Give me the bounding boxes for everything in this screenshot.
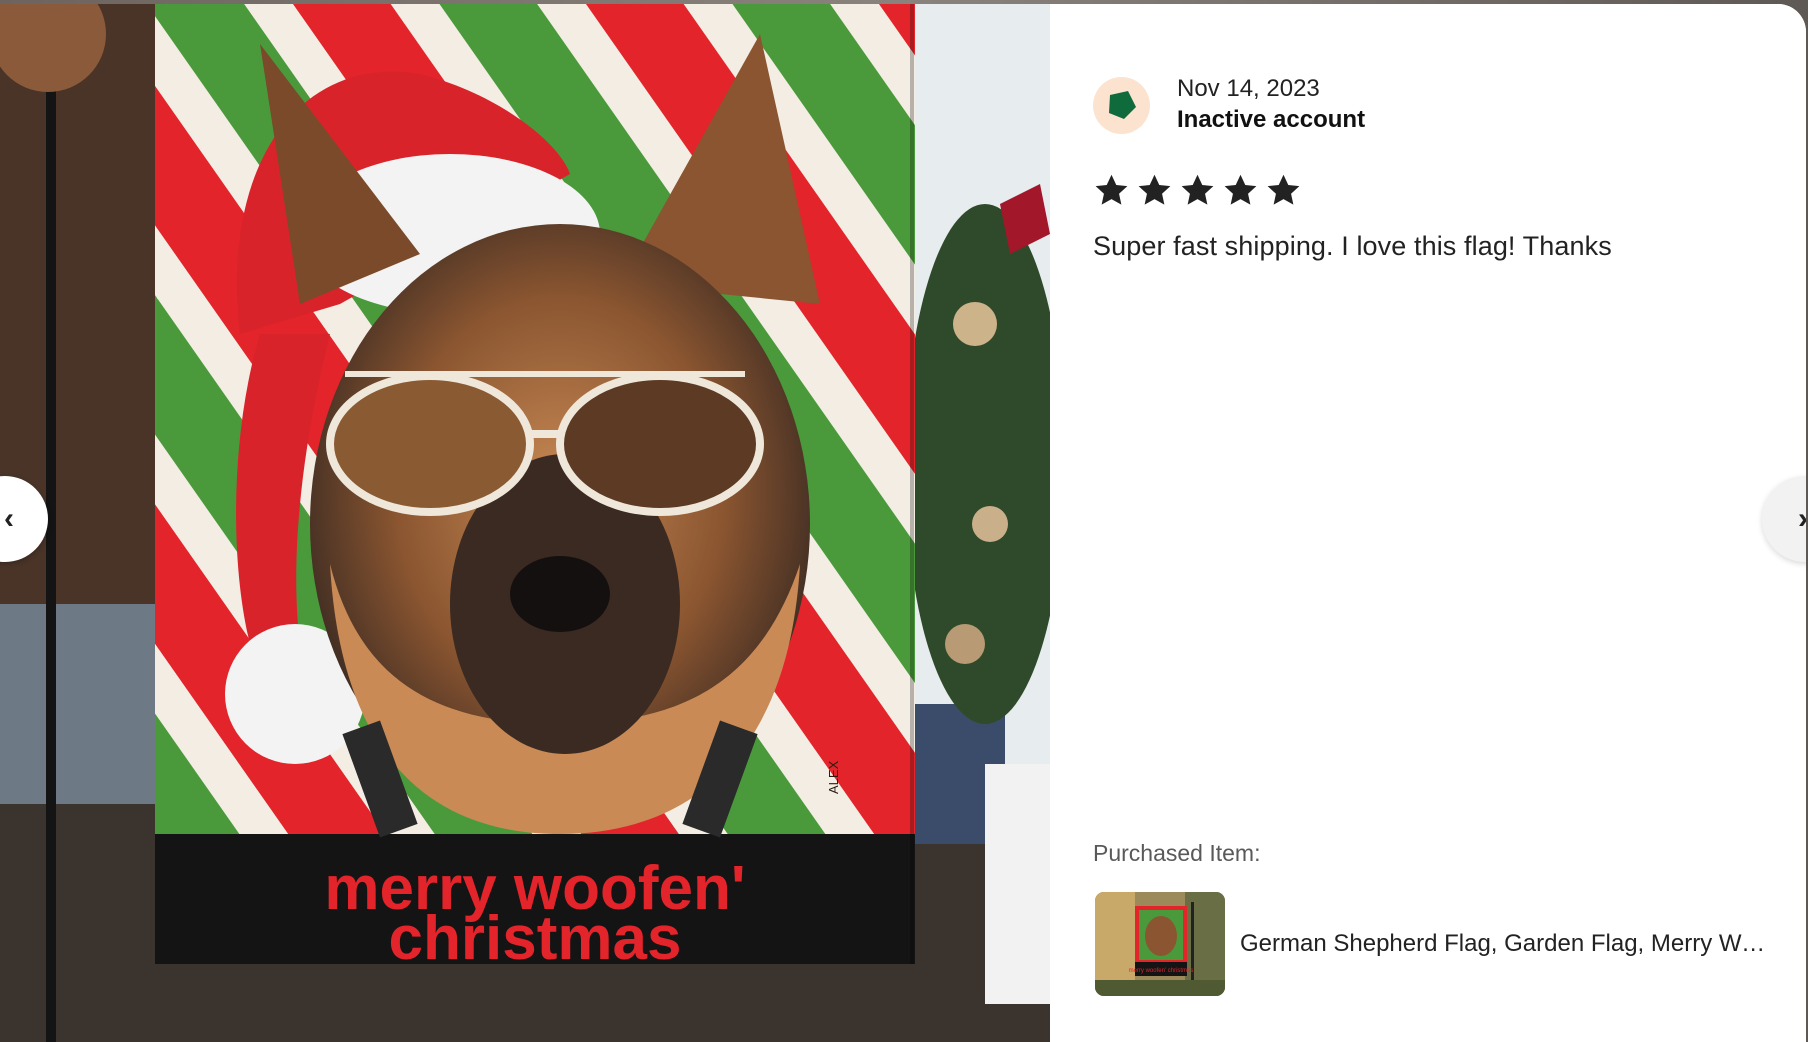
chevron-left-icon: ‹ [4,502,14,535]
purchased-item-title[interactable]: German Shepherd Flag, Garden Flag, Merry… [1240,930,1766,958]
review-detail-panel: Nov 14, 2023 Inactive account Super fast… [1050,4,1806,1042]
purchased-item-link[interactable]: merry woofen' christmas German Shepherd … [1095,892,1766,996]
purchased-item-label: Purchased Item: [1093,840,1261,866]
green-pentagon-avatar-icon [1108,91,1136,119]
flag-thumbnail-image: merry woofen' christmas [1095,892,1225,996]
star-icon [1267,174,1300,205]
star-icon [1224,174,1257,205]
thumbnail-caption: merry woofen' christmas [1129,968,1194,974]
star-icon [1181,174,1214,205]
purchased-item-thumbnail[interactable]: merry woofen' christmas [1095,892,1225,996]
reviewer-header: Nov 14, 2023 Inactive account [1093,74,1365,136]
reviewer-name: Inactive account [1177,106,1366,133]
flag-caption-line2: christmas [389,904,682,973]
review-text: Super fast shipping. I love this flag! T… [1093,231,1612,261]
reviewer-meta: Nov 14, 2023 Inactive account [1177,74,1365,136]
review-photo-image: merry woofen' christmas ALEX [0,4,1050,1042]
review-date: Nov 14, 2023 [1177,75,1320,102]
star-rating [1093,172,1302,209]
star-icon [1095,174,1128,205]
star-icon [1138,174,1171,205]
flag-artist-mark: ALEX [826,760,841,794]
reviewer-avatar [1093,76,1150,134]
review-photo-modal: merry woofen' christmas ALEX Nov 14, 202… [0,4,1806,1042]
review-photo: merry woofen' christmas ALEX [0,4,1050,1042]
chevron-right-icon: › [1798,504,1806,534]
